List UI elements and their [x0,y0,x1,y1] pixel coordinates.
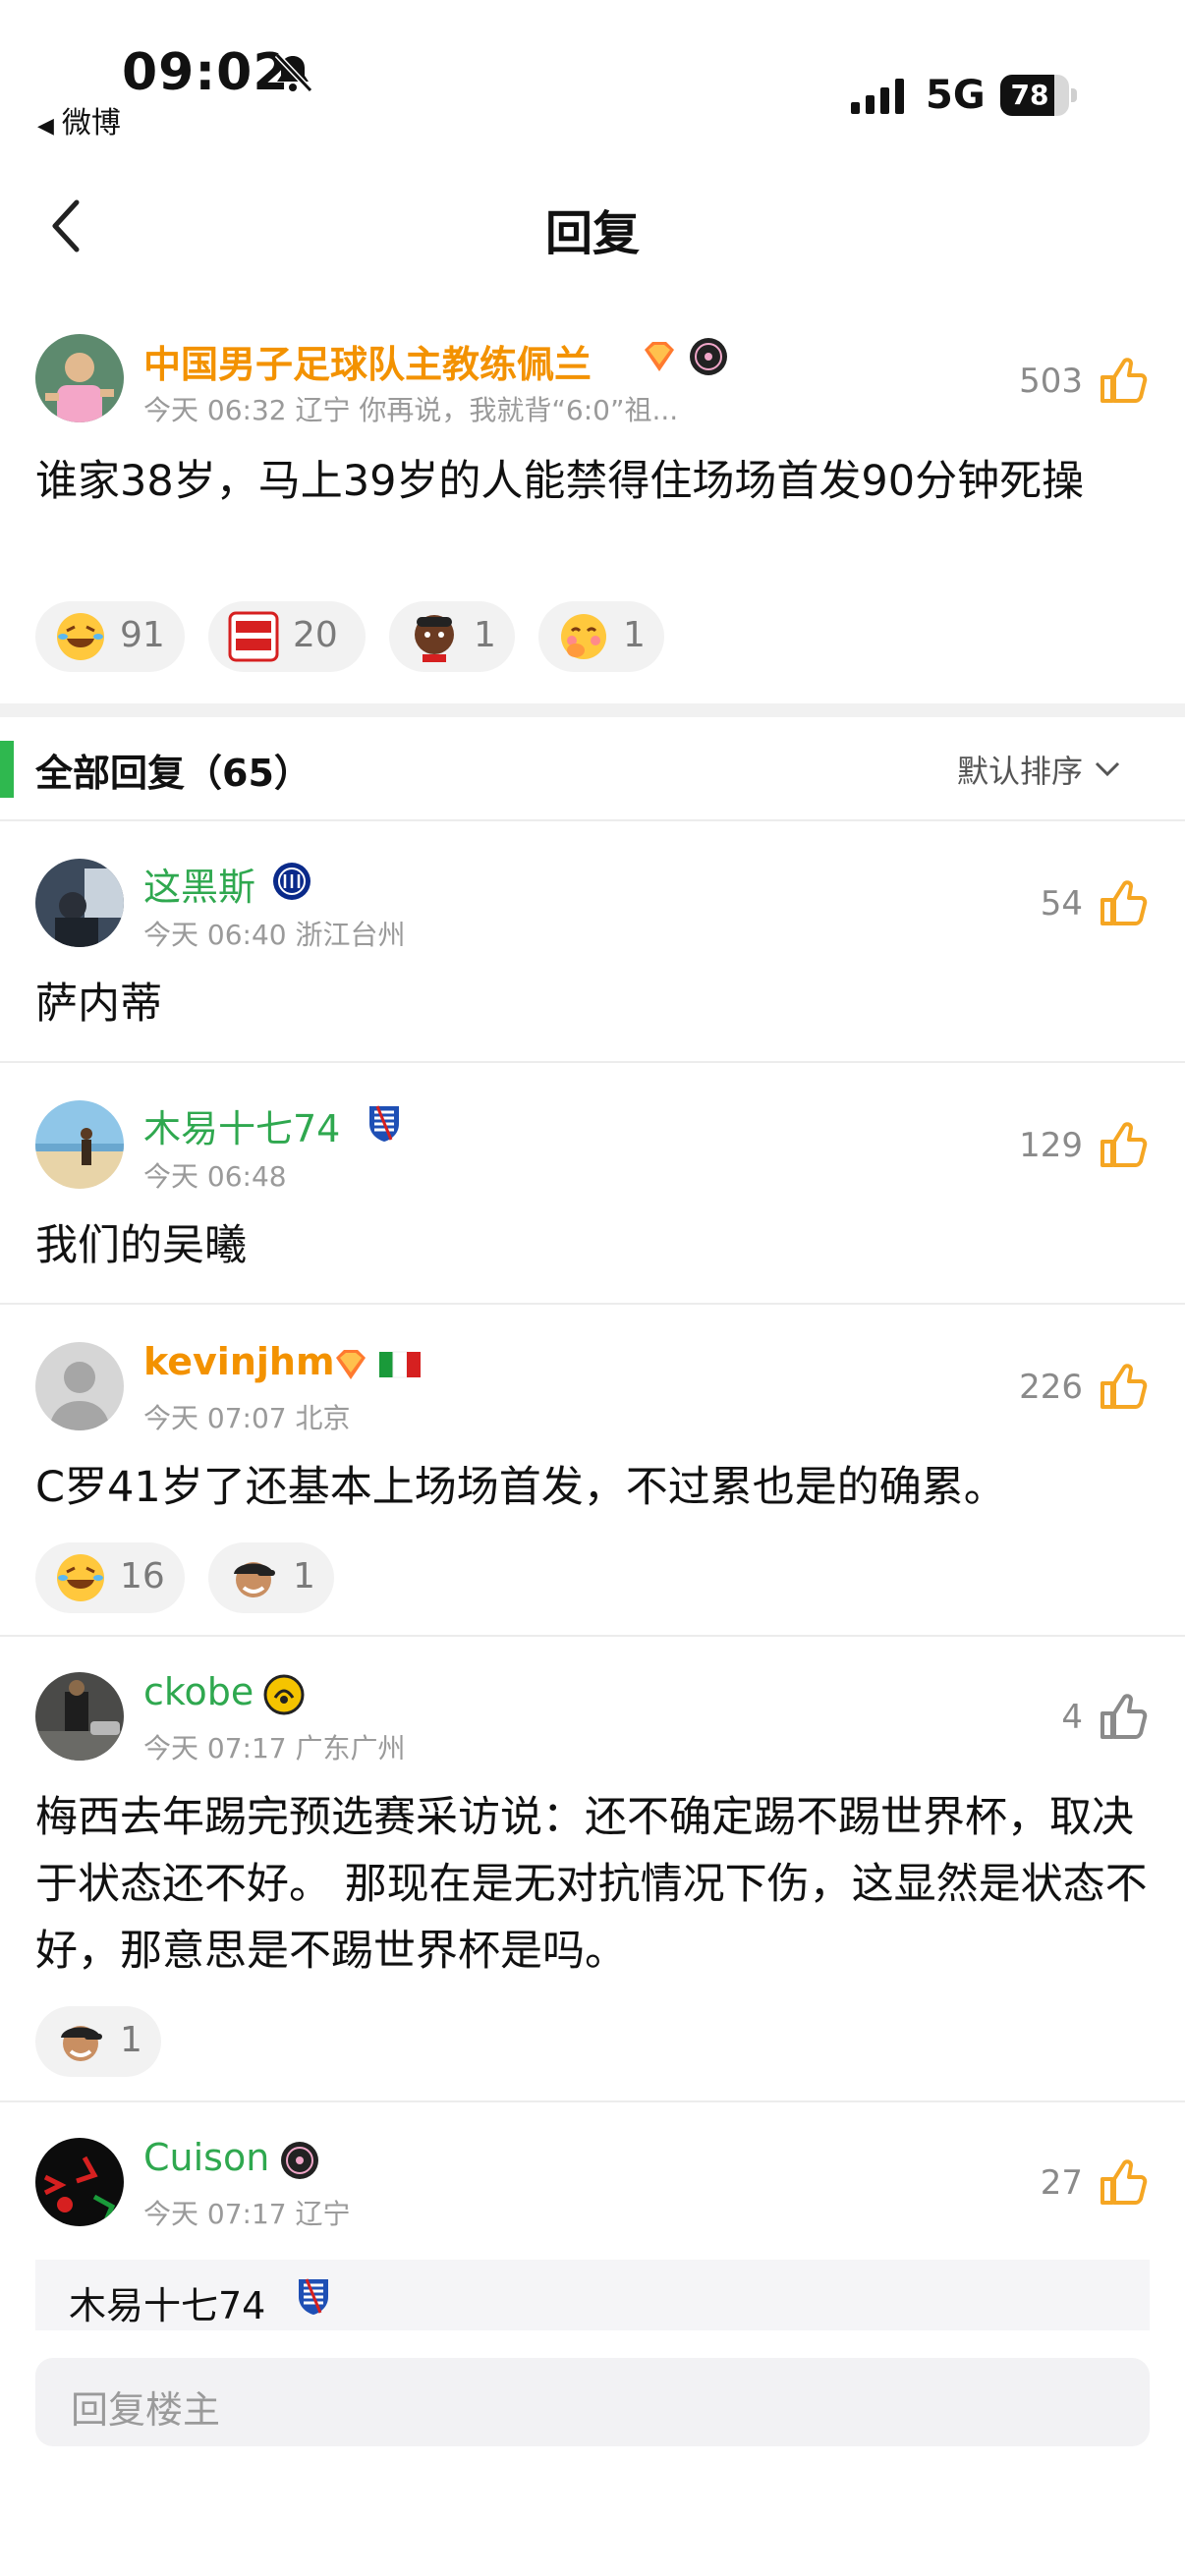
section-accent-bar [0,741,14,798]
avatar[interactable] [35,1100,124,1189]
diamond-vip-icon [639,336,680,377]
section-separator [0,703,1185,717]
reaction-count: 1 [120,2020,142,2060]
avatar[interactable] [35,859,124,947]
thumbs-up-outline-icon [1100,1694,1148,1739]
comment-meta: 今天 06:32 辽宁 你再说，我就背“6:0”祖... [143,394,679,426]
avatar[interactable] [35,2138,124,2226]
like-button[interactable]: 4 [953,1690,1150,1745]
divider [0,1635,1185,1637]
like-count: 54 [1040,884,1083,924]
status-bar: 09:02 ◀ 微博 5G 78 [0,0,1185,147]
reply-input[interactable]: 回复楼主 [35,2358,1150,2446]
like-count: 129 [1019,1126,1083,1165]
comment-text: 我们的吴曦 [35,1221,247,1270]
laughing-tears-emoji-icon [55,611,106,662]
bell-muted-icon [271,51,314,94]
reaction-count: 1 [293,1556,315,1596]
shanghai-shenhua-crest-icon [293,2275,334,2317]
thumbs-up-icon [1100,2159,1148,2205]
like-button[interactable]: 226 [953,1360,1150,1415]
comment-meta: 今天 07:07 北京 [143,1402,351,1434]
reaction-count: 1 [623,615,646,655]
comment-meta: 今天 07:17 广东广州 [143,1732,406,1764]
username[interactable]: 这黑斯 [143,857,255,911]
cap-face-sticker-icon [228,1552,279,1603]
avatar[interactable] [35,334,124,422]
back-triangle-icon: ◀ [37,114,54,139]
reaction-chip[interactable]: 20 [208,601,366,672]
comment-meta: 今天 06:48 [143,1160,287,1193]
thumbs-up-icon [1100,358,1148,403]
username[interactable]: ckobe [143,1670,254,1713]
reaction-chip[interactable]: 1 [389,601,515,672]
avatar[interactable] [35,1342,124,1430]
back-to-app-link[interactable]: ◀ 微博 [37,98,121,141]
network-type: 5G [926,73,986,118]
username[interactable]: kevinjhm [143,1340,335,1383]
battery-indicator: 78 [1000,75,1077,116]
status-time: 09:02 [122,43,290,102]
diamond-vip-icon [330,1344,371,1385]
divider [0,1303,1185,1305]
comment-text: 谁家38岁，马上39岁的人能禁得住场场首发90分钟死操 [35,457,1085,506]
username[interactable]: 木易十七74 [143,1098,340,1152]
reaction-chip[interactable]: 1 [538,601,664,672]
nav-bar: 回复 [0,167,1185,285]
comment-meta: 今天 06:40 浙江台州 [143,919,406,951]
blushing-wave-emoji-icon [558,611,609,662]
quoted-username[interactable]: 木易十七74 [69,2275,265,2329]
club-crest-icon [263,1674,305,1715]
like-button[interactable]: 503 [933,354,1150,409]
club-crest-icon [279,2140,320,2181]
shanghai-shenhua-crest-icon [364,1102,405,1144]
sort-dropdown[interactable]: 默认排序 [957,747,1083,792]
reply-page: 09:02 ◀ 微博 5G 78 回复 中国男子足球队主教练佩兰 今天 06:3… [0,0,1185,2576]
like-count: 503 [1019,362,1083,401]
justice-wins-sticker-icon [228,611,279,662]
reaction-chip[interactable]: 16 [35,1542,185,1613]
divider [0,1061,1185,1063]
username[interactable]: Cuison [143,2136,269,2179]
comment-text: 萨内蒂 [35,980,162,1029]
reaction-count: 20 [293,615,338,655]
reaction-chip[interactable]: 1 [208,1542,334,1613]
avatar[interactable] [35,1672,124,1761]
like-button[interactable]: 54 [953,876,1150,931]
thumbs-up-icon [1100,880,1148,925]
laughing-tears-emoji-icon [55,1552,106,1603]
username[interactable]: 中国男子足球队主教练佩兰 [143,334,592,388]
reply-input-placeholder: 回复楼主 [71,2388,221,2432]
comment-meta: 今天 07:17 辽宁 [143,2198,351,2230]
inter-milan-crest-icon [271,861,312,902]
reaction-count: 91 [120,615,165,655]
sort-label: 默认排序 [956,753,1083,790]
like-button[interactable]: 129 [953,1118,1150,1173]
replies-header-title: 全部回复（65） [35,752,311,795]
reaction-count: 1 [474,615,496,655]
comment-text: 梅西去年踢完预选赛采访说：还不确定踢不踢世界杯，取决于状态还不好。 那现在是无对… [35,1793,1148,1976]
quoted-reply[interactable]: 木易十七74 [35,2260,1150,2330]
chevron-down-icon[interactable] [1093,756,1122,782]
thumbs-up-icon [1100,1364,1148,1409]
like-count: 27 [1040,2163,1083,2203]
divider [0,2100,1185,2102]
italy-flag-icon [379,1344,421,1385]
back-app-label: 微博 [61,106,121,140]
page-title: 回复 [544,206,640,261]
club-crest-icon [688,336,729,377]
reaction-chip[interactable]: 1 [35,2006,161,2077]
thumbs-up-icon [1100,1122,1148,1167]
battery-percent: 78 [1010,79,1049,111]
cap-face-sticker-icon [55,2016,106,2067]
reaction-count: 16 [120,1556,165,1596]
like-count: 226 [1019,1368,1083,1407]
cellular-signal-icon [849,77,908,116]
like-button[interactable]: 27 [953,2156,1150,2211]
divider [0,819,1185,821]
comment-text: C罗41岁了还基本上场场首发，不过累也是的确累。 [35,1463,1006,1512]
player-face-sticker-icon [409,611,460,662]
reaction-chip[interactable]: 91 [35,601,185,672]
like-count: 4 [1061,1698,1083,1737]
